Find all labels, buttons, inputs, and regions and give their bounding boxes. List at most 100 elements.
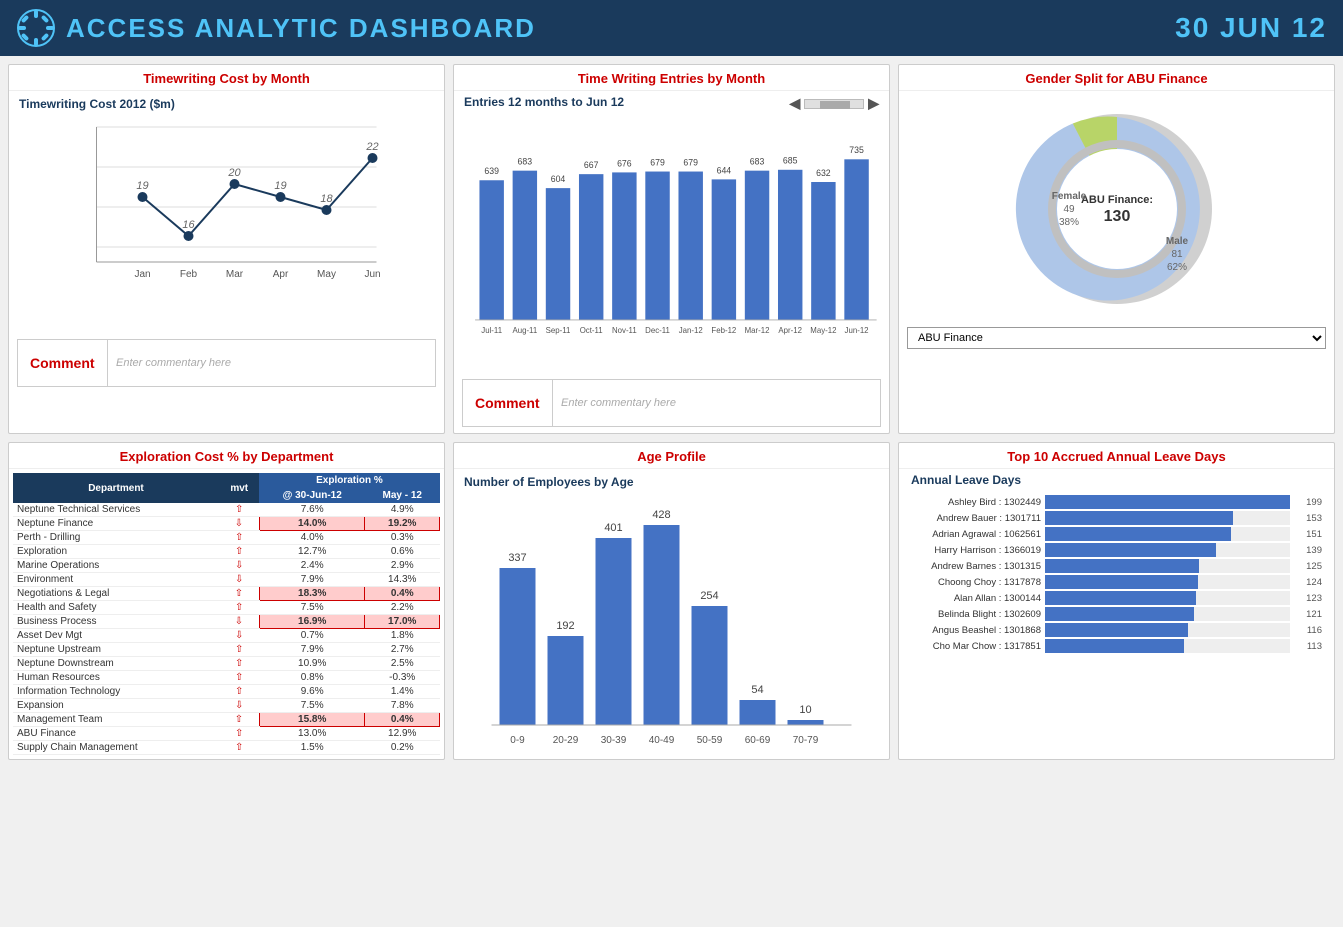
leave-bar-wrap [1045,543,1290,557]
table-row: Supply Chain Management [13,741,219,755]
leave-person-name: Adrian Agrawal : 1062561 [911,529,1041,540]
leave-bar [1045,591,1196,605]
jun12-val: 7.5% [259,601,365,615]
svg-text:683: 683 [518,157,533,167]
leave-bar [1045,511,1233,525]
gender-panel: Gender Split for ABU Finance [898,64,1335,434]
svg-text:22: 22 [365,141,378,153]
svg-text:16: 16 [182,219,195,231]
leave-person-name: Choong Choy : 1317878 [911,577,1041,588]
may12-val: 0.6% [365,545,440,559]
svg-text:19: 19 [274,180,286,192]
timewriting-svg: 19 16 20 19 18 22 Jan Feb Mar Apr May Ju… [19,117,434,297]
mvt-arrow: ⇧ [219,657,259,671]
may12-val: 1.8% [365,629,440,643]
svg-text:62%: 62% [1166,262,1186,273]
mvt-arrow: ⇩ [219,573,259,587]
jun12-val: 14.0% [259,517,365,531]
leave-person-name: Cho Mar Chow : 1317851 [911,641,1041,652]
jun12-val: 15.8% [259,713,365,727]
leave-value: 123 [1294,593,1322,604]
timewriting-comment-box: Comment Enter commentary here [17,339,436,387]
age-chart: 337 0-9 192 20-29 401 30-39 428 40-49 25… [454,491,889,751]
svg-text:Apr: Apr [273,269,289,280]
leave-bar [1045,527,1231,541]
svg-text:60-69: 60-69 [745,735,771,745]
gender-select[interactable]: ABU Finance [907,327,1326,349]
mvt-arrow: ⇧ [219,545,259,559]
table-row: Perth - Drilling [13,531,219,545]
may12-val: 14.3% [365,573,440,587]
list-item: Choong Choy : 1317878 124 [911,575,1322,589]
leave-section-title: Annual Leave Days [899,469,1334,489]
jun12-val: 0.8% [259,671,365,685]
svg-text:30-39: 30-39 [601,735,627,745]
leave-panel: Top 10 Accrued Annual Leave Days Annual … [898,442,1335,760]
timewriting-chart-title: Timewriting Cost 2012 ($m) [9,91,444,113]
table-row: Neptune Upstream [13,643,219,657]
svg-text:Jan-12: Jan-12 [679,326,703,335]
leave-bar-wrap [1045,607,1290,621]
leave-value: 153 [1294,513,1322,524]
mvt-arrow: ⇩ [219,699,259,713]
svg-text:Male: Male [1165,236,1188,247]
may12-val: 4.9% [365,503,440,517]
may12-val: 7.8% [365,699,440,713]
svg-text:Oct-11: Oct-11 [580,326,603,335]
may12-val: 17.0% [365,615,440,629]
age-profile-title: Age Profile [454,443,889,469]
svg-text:70-79: 70-79 [793,735,819,745]
mvt-arrow: ⇧ [219,741,259,755]
leave-bar [1045,639,1184,653]
app-title: ACCESS ANALYTIC DASHBOARD [66,13,536,44]
leave-value: 199 [1294,497,1322,508]
svg-text:401: 401 [604,522,622,534]
list-item: Andrew Barnes : 1301315 125 [911,559,1322,573]
mvt-arrow: ⇧ [219,503,259,517]
leave-value: 124 [1294,577,1322,588]
mvt-arrow: ⇧ [219,643,259,657]
may12-val: 0.2% [365,741,440,755]
leave-person-name: Andrew Bauer : 1301711 [911,513,1041,524]
scroll-right-arrow[interactable]: ▶ [868,95,879,112]
donut-chart: ABU Finance: 130 Female 49 38% Male 81 6… [1007,99,1227,319]
may12-val: 2.9% [365,559,440,573]
svg-text:38%: 38% [1058,217,1078,228]
may12-val: 2.7% [365,643,440,657]
table-row: Health and Safety [13,601,219,615]
svg-text:Mar: Mar [226,269,244,280]
svg-text:604: 604 [551,174,566,184]
jun12-val: 16.9% [259,615,365,629]
svg-text:Feb: Feb [180,269,198,280]
list-item: Cho Mar Chow : 1317851 113 [911,639,1322,653]
entries-comment-text[interactable]: Enter commentary here [553,380,880,426]
svg-text:685: 685 [783,156,798,166]
svg-text:667: 667 [584,160,599,170]
jun12-val: 18.3% [259,587,365,601]
list-item: Belinda Blight : 1302609 121 [911,607,1322,621]
svg-text:Aug-11: Aug-11 [512,326,537,335]
donut-svg: ABU Finance: 130 Female 49 38% Male 81 6… [1007,99,1227,319]
list-item: Adrian Agrawal : 1062561 151 [911,527,1322,541]
leave-bar-wrap [1045,623,1290,637]
logo-section: ACCESS ANALYTIC DASHBOARD [16,8,536,48]
leave-bar-wrap [1045,591,1290,605]
table-row: Management Team [13,713,219,727]
gender-dropdown: ABU Finance [907,327,1326,349]
leave-person-name: Andrew Barnes : 1301315 [911,561,1041,572]
mvt-arrow: ⇧ [219,713,259,727]
svg-text:Feb-12: Feb-12 [711,326,736,335]
mvt-arrow: ⇩ [219,615,259,629]
timewriting-comment-text[interactable]: Enter commentary here [108,340,435,386]
timewriting-comment-label: Comment [18,340,108,386]
scroll-left-arrow[interactable]: ◀ [789,95,800,112]
mvt-arrow: ⇧ [219,531,259,545]
jun12-val: 1.5% [259,741,365,755]
exploration-title: Exploration Cost % by Department [9,443,444,469]
leave-value: 113 [1294,641,1322,652]
leave-chart: Ashley Bird : 1302449 199 Andrew Bauer :… [899,489,1334,657]
leave-bar [1045,575,1198,589]
svg-text:679: 679 [650,157,665,167]
svg-text:40-49: 40-49 [649,735,675,745]
may12-val: 2.2% [365,601,440,615]
